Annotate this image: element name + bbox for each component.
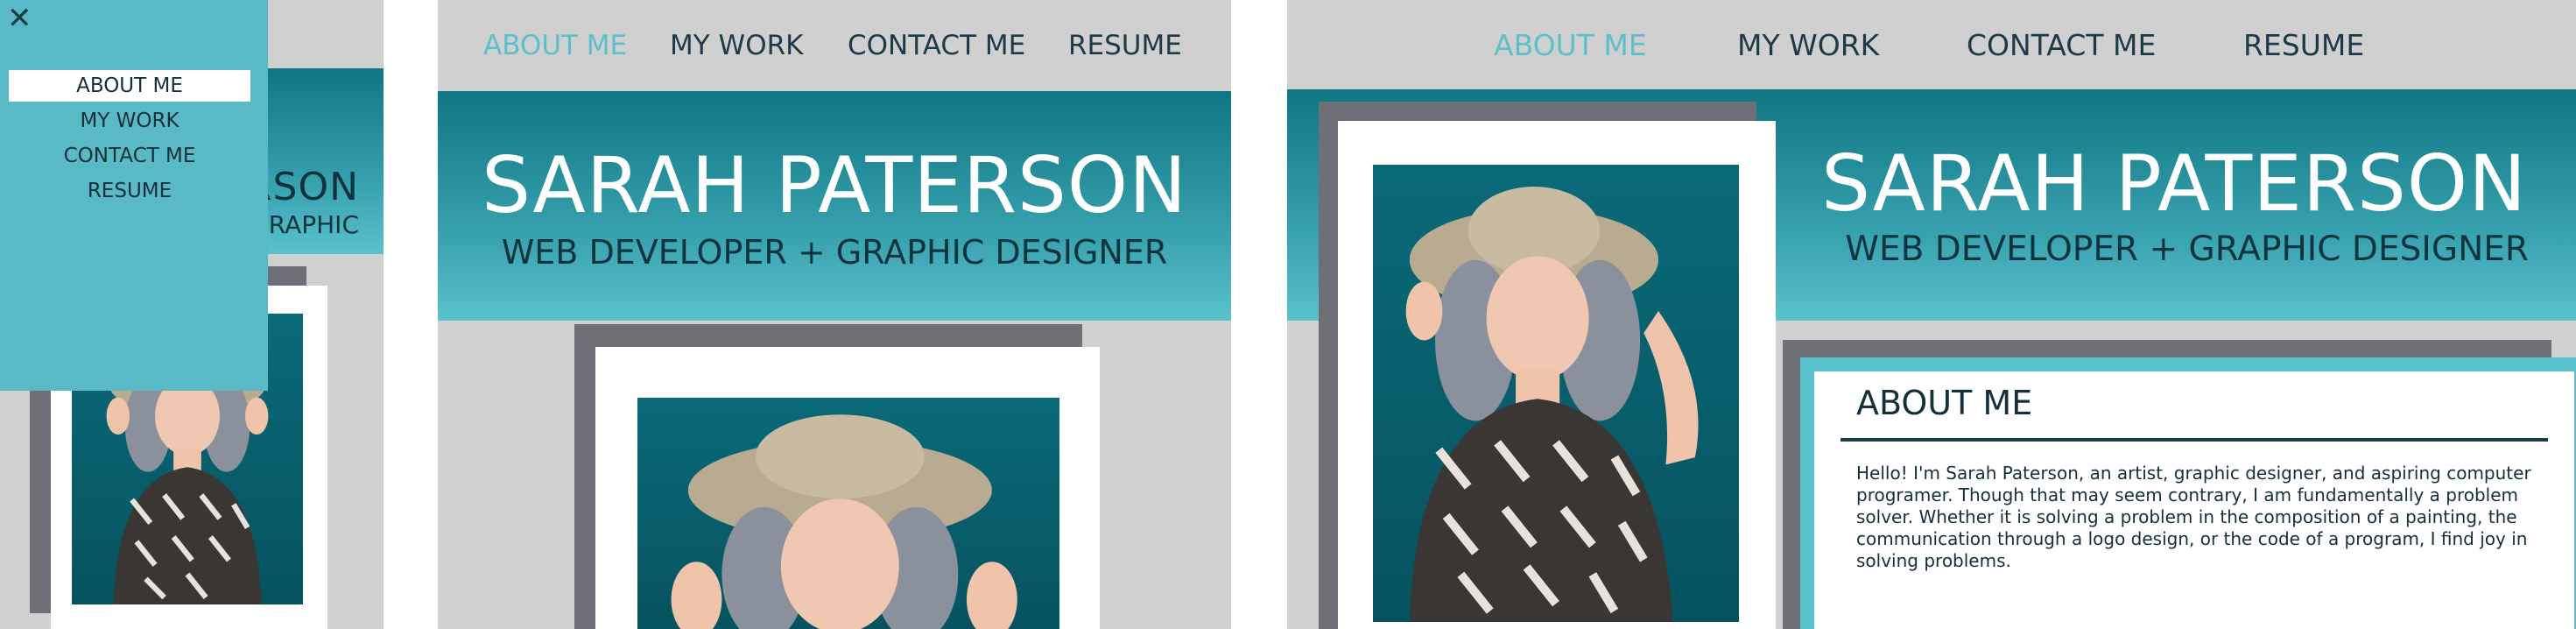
- top-nav: ABOUT ME MY WORK CONTACT ME RESUME: [438, 0, 1231, 91]
- nav-my-work[interactable]: MY WORK: [1737, 28, 1879, 62]
- menu-item-about-me[interactable]: ABOUT ME: [9, 70, 250, 102]
- site-tagline: WEB DEVELOPER + GRAPHIC DESIGNER: [501, 233, 1168, 272]
- menu-item-my-work[interactable]: MY WORK: [9, 105, 250, 137]
- menu-item-contact-me[interactable]: CONTACT ME: [9, 140, 250, 172]
- about-title: ABOUT ME: [1856, 384, 2033, 422]
- about-section: ABOUT ME Hello! I'm Sarah Paterson, an a…: [1814, 371, 2574, 629]
- site-tagline: WEB DEVELOPER + GRAPHIC DESIGNER: [1845, 230, 2529, 269]
- nav-about-me[interactable]: ABOUT ME: [483, 30, 627, 61]
- site-tagline-partial: RAPHIC: [268, 210, 359, 239]
- menu-item-resume[interactable]: RESUME: [9, 175, 250, 207]
- site-name: SARAH PATERSON: [1821, 138, 2527, 229]
- nav-resume[interactable]: RESUME: [1068, 30, 1182, 61]
- header-banner: SARAH PATERSON WEB DEVELOPER + GRAPHIC D…: [438, 91, 1231, 321]
- about-divider: [1841, 438, 2548, 442]
- site-name: SARAH PATERSON: [482, 140, 1187, 230]
- nav-resume[interactable]: RESUME: [2243, 28, 2364, 62]
- nav-about-me[interactable]: ABOUT ME: [1494, 28, 1647, 62]
- portrait-photo: [637, 398, 1059, 629]
- close-icon[interactable]: ✕: [7, 4, 32, 33]
- top-nav: ABOUT ME MY WORK CONTACT ME RESUME: [1287, 0, 2576, 89]
- desktop-view: ABOUT ME MY WORK CONTACT ME RESUME SARAH…: [1287, 0, 2576, 629]
- tablet-view: ABOUT ME MY WORK CONTACT ME RESUME SARAH…: [438, 0, 1231, 629]
- nav-contact-me[interactable]: CONTACT ME: [848, 30, 1025, 61]
- nav-contact-me[interactable]: CONTACT ME: [1967, 28, 2156, 62]
- mobile-nav-menu: ✕ ABOUT ME MY WORK CONTACT ME RESUME: [0, 0, 268, 391]
- portrait-photo: [1373, 165, 1739, 622]
- about-body: Hello! I'm Sarah Paterson, an artist, gr…: [1856, 463, 2531, 571]
- nav-my-work[interactable]: MY WORK: [670, 30, 803, 61]
- mobile-view: RSON RAPHIC ✕ ABOUT ME MY WORK CONTACT M…: [0, 0, 384, 629]
